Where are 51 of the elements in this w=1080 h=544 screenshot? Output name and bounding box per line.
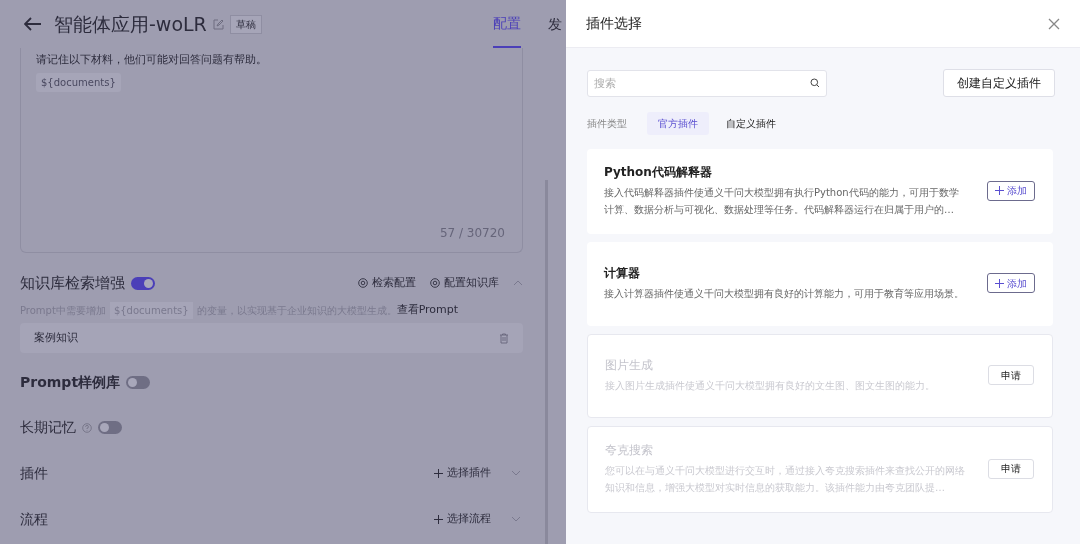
- create-plugin-button[interactable]: 创建自定义插件: [943, 69, 1055, 97]
- character-counter: 57 / 30720: [439, 225, 505, 242]
- switch-label: Prompt样例库: [20, 373, 121, 392]
- toggle-switch[interactable]: [126, 376, 151, 389]
- tab[interactable]: 配置: [493, 0, 521, 48]
- filter-label: 插件类型: [587, 116, 627, 131]
- plus-icon: [434, 514, 443, 524]
- toggle-switch[interactable]: [131, 276, 155, 290]
- edit-icon[interactable]: [212, 18, 224, 30]
- plus-icon: [995, 278, 1004, 288]
- add-button[interactable]: 添加: [987, 180, 1035, 201]
- search-field[interactable]: 搜索: [587, 69, 827, 97]
- tab[interactable]: 官方插件: [647, 111, 709, 135]
- help-icon[interactable]: [82, 422, 92, 433]
- item-label: 案例知识: [34, 329, 78, 346]
- target-icon: [358, 278, 368, 288]
- add-button[interactable]: 添加: [987, 273, 1035, 293]
- chevron-icon[interactable]: [513, 280, 523, 286]
- status-badge: 草稿: [229, 14, 262, 34]
- select-link[interactable]: 选择插件: [434, 464, 491, 482]
- close-icon[interactable]: [1048, 17, 1060, 30]
- chevron-icon[interactable]: [511, 470, 521, 476]
- tab[interactable]: 发: [548, 0, 562, 48]
- back-arrow-icon[interactable]: [24, 17, 42, 31]
- drawer-title: 插件选择: [586, 14, 642, 33]
- toggle-switch[interactable]: [98, 421, 122, 434]
- section-title: 知识库检索增强: [20, 272, 125, 294]
- plugin-name: 夸克搜索: [605, 442, 654, 459]
- page-title: 智能体应用-woLR: [54, 11, 207, 37]
- plus-icon: [995, 186, 1004, 195]
- tab[interactable]: 自定义插件: [715, 111, 787, 135]
- section-label: 流程: [20, 509, 48, 529]
- prompt-textarea[interactable]: 请记住以下材料，他们可能对回答问题有帮助。 ${documents} 57 / 30720: [20, 48, 523, 253]
- action-link[interactable]: 配置知识库: [430, 274, 499, 292]
- chevron-icon[interactable]: [511, 516, 521, 522]
- variable-tag: ${documents}: [36, 72, 121, 92]
- select-link[interactable]: 选择流程: [434, 510, 491, 528]
- plugin-description: 接入代码解释器插件使通义千问大模型拥有执行Python代码的能力，可用于数学计算、数据分析与可视化、数据处理等任务。代码解释器运行在归属于用户的…: [604, 186, 960, 217]
- view-prompt-link[interactable]: 查看Prompt: [396, 301, 459, 319]
- target-icon: [430, 278, 440, 288]
- prompt-text: 请记住以下材料，他们可能对回答问题有帮助。: [36, 52, 268, 68]
- plugin-description: 接入计算器插件使通义千问大模型拥有良好的计算能力，可用于教育等应用场景。: [604, 287, 965, 301]
- section-label: 插件: [20, 463, 48, 483]
- action-link[interactable]: 检索配置: [358, 274, 416, 292]
- switch-label: 长期记忆: [20, 418, 76, 437]
- knowledge-item[interactable]: 案例知识: [20, 323, 523, 353]
- plugin-name: 计算器: [604, 265, 641, 282]
- trash-icon[interactable]: [499, 332, 509, 344]
- search-icon[interactable]: [810, 77, 820, 88]
- plus-icon: [434, 468, 443, 478]
- plugin-name: Python代码解释器: [604, 164, 713, 181]
